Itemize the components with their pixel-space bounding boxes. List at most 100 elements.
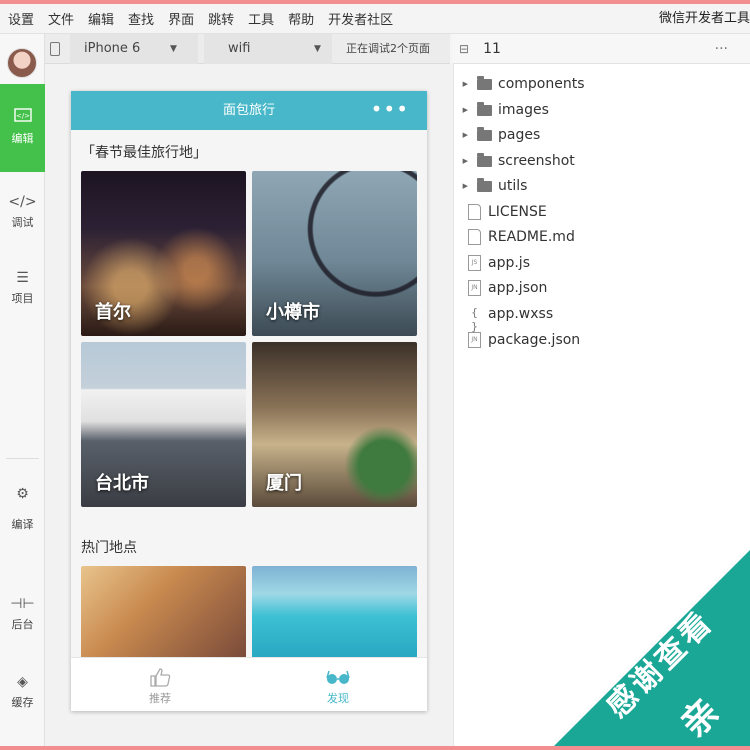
card-label: 厦门 xyxy=(266,473,302,494)
phone-icon xyxy=(50,41,60,56)
file-name: screenshot xyxy=(498,153,575,169)
file-name: package.json xyxy=(488,332,581,348)
file-row-app-wxss[interactable]: { } app.wxss xyxy=(454,302,750,333)
phone-navbar: 面包旅行 ••• xyxy=(71,91,427,130)
debug-pages-select[interactable]: 正在调试2个页面 ▼ xyxy=(338,34,438,84)
hot-place-card[interactable] xyxy=(81,566,246,657)
svg-text:</>: </> xyxy=(15,112,29,120)
file-row-package-json[interactable]: JN package.json xyxy=(454,328,750,352)
sidebar-item-project[interactable]: ☰ 项目 xyxy=(0,270,45,306)
sidebar-item-label: 编辑 xyxy=(11,132,34,145)
file-row-app-json[interactable]: JN app.json xyxy=(454,276,750,300)
file-row-license[interactable]: LICENSE xyxy=(454,200,750,224)
phone-nav-title: 面包旅行 xyxy=(222,103,275,118)
tab-discover[interactable]: 发现 xyxy=(249,658,427,711)
debug-pages-value: 正在调试2个页面 xyxy=(346,41,430,55)
chevron-down-icon: ▼ xyxy=(170,43,177,54)
left-sidebar: </> 编辑 </> 调试 ☰ 项目 ⚙ 编译 ⊣⊢ 后台 ◈ 缓存 xyxy=(0,34,45,746)
hot-place-card[interactable] xyxy=(252,566,417,657)
phone-content: 「春节最佳旅行地」 首尔 小樽市 台北市 厦门 热门地点 xyxy=(71,130,427,657)
file-row-utils[interactable]: ▶ utils xyxy=(454,174,750,198)
corner-ribbon: 感谢查看 亲 xyxy=(550,550,750,750)
cache-icon: ◈ xyxy=(17,674,28,690)
file-name: utils xyxy=(498,178,528,194)
more-icon[interactable]: ••• xyxy=(371,91,409,127)
device-select-value: iPhone 6 xyxy=(84,40,141,56)
braces-file-icon: { } xyxy=(468,306,481,333)
sidebar-item-label: 调试 xyxy=(11,216,34,229)
device-select[interactable]: iPhone 6 ▼ xyxy=(70,33,198,64)
sidebar-item-cache[interactable]: ◈ 缓存 xyxy=(0,674,45,710)
menu-dev-community[interactable]: 开发者社区 xyxy=(321,9,400,28)
menu-settings[interactable]: 设置 xyxy=(0,9,41,28)
chevron-down-icon: ▼ xyxy=(314,43,321,54)
js-file-icon: JS xyxy=(468,255,481,271)
sidebar-item-label: 项目 xyxy=(11,292,34,305)
tab-label: 推荐 xyxy=(149,692,171,705)
file-row-app-js[interactable]: JS app.js xyxy=(454,251,750,275)
more-icon[interactable]: ··· xyxy=(715,34,728,64)
file-name: images xyxy=(498,102,549,118)
folder-icon xyxy=(477,126,492,141)
sidebar-item-label: 编译 xyxy=(11,518,34,531)
glasses-icon xyxy=(249,667,427,687)
menu-tools[interactable]: 工具 xyxy=(241,9,281,28)
folder-icon xyxy=(477,177,492,192)
caret-right-icon: ▶ xyxy=(462,106,468,114)
menu-bar: 设置 文件 编辑 查找 界面 跳转 工具 帮助 开发者社区 微信开发者工具 xyxy=(0,4,750,34)
destination-card-seoul[interactable]: 首尔 xyxy=(81,171,246,336)
list-icon: ☰ xyxy=(16,270,29,286)
network-select[interactable]: wifi ▼ xyxy=(204,33,332,64)
tab-label: 发现 xyxy=(327,692,349,705)
card-label: 小樽市 xyxy=(266,302,320,323)
app-title: 微信开发者工具 xyxy=(658,11,750,26)
file-row-images[interactable]: ▶ images xyxy=(454,98,750,122)
menu-edit[interactable]: 编辑 xyxy=(81,9,121,28)
menu-file[interactable]: 文件 xyxy=(41,9,81,28)
file-row-screenshot[interactable]: ▶ screenshot xyxy=(454,149,750,173)
caret-right-icon: ▶ xyxy=(462,157,468,165)
destination-card-otaru[interactable]: 小樽市 xyxy=(252,171,417,336)
sidebar-item-debug[interactable]: </> 调试 xyxy=(0,194,45,230)
simulator-toolbar: iPhone 6 ▼ wifi ▼ 正在调试2个页面 ▼ xyxy=(45,33,450,84)
sidebar-item-label: 后台 xyxy=(11,618,34,631)
avatar[interactable] xyxy=(7,48,37,78)
menu-view[interactable]: 界面 xyxy=(161,9,201,28)
file-row-pages[interactable]: ▶ pages xyxy=(454,123,750,147)
caret-right-icon: ▶ xyxy=(462,131,468,139)
code-icon: </> xyxy=(0,108,45,126)
debug-icon: </> xyxy=(8,194,37,210)
thumbs-up-icon xyxy=(71,667,249,687)
menu-goto[interactable]: 跳转 xyxy=(201,9,241,28)
card-label: 台北市 xyxy=(95,473,149,494)
menu-find[interactable]: 查找 xyxy=(121,9,161,28)
caret-right-icon: ▶ xyxy=(462,80,468,88)
sidebar-item-background[interactable]: ⊣⊢ 后台 xyxy=(0,596,45,632)
file-name: components xyxy=(498,76,585,92)
destination-card-taipei[interactable]: 台北市 xyxy=(81,342,246,507)
file-row-components[interactable]: ▶ components xyxy=(454,72,750,96)
section-title-spring: 「春节最佳旅行地」 xyxy=(81,145,207,161)
file-icon xyxy=(468,229,481,245)
file-count: 11 xyxy=(483,40,501,57)
file-name: app.js xyxy=(488,255,530,271)
background-icon: ⊣⊢ xyxy=(10,596,35,612)
file-name: app.wxss xyxy=(488,306,554,322)
network-select-value: wifi xyxy=(228,40,251,56)
compile-icon: ⚙ xyxy=(16,486,29,502)
sidebar-item-edit[interactable]: </> 编辑 xyxy=(0,84,45,172)
phone-tabbar: 推荐 发现 xyxy=(71,657,427,711)
folder-icon xyxy=(477,152,492,167)
tab-recommend[interactable]: 推荐 xyxy=(71,658,249,711)
phone-screen: 面包旅行 ••• 「春节最佳旅行地」 首尔 小樽市 台北市 厦门 热门地点 推荐… xyxy=(71,91,427,711)
file-name: README.md xyxy=(488,229,575,245)
simulator-area: 面包旅行 ••• 「春节最佳旅行地」 首尔 小樽市 台北市 厦门 热门地点 推荐… xyxy=(45,64,453,746)
menu-help[interactable]: 帮助 xyxy=(281,9,321,28)
sidebar-item-compile[interactable]: ⚙ 编译 xyxy=(0,486,45,532)
file-tree-icon[interactable]: ⊟ xyxy=(459,42,469,56)
json-file-icon: JN xyxy=(468,332,481,348)
file-row-readme[interactable]: README.md xyxy=(454,225,750,249)
destination-card-xiamen[interactable]: 厦门 xyxy=(252,342,417,507)
caret-right-icon: ▶ xyxy=(462,182,468,190)
bottom-accent-bar xyxy=(0,746,750,750)
